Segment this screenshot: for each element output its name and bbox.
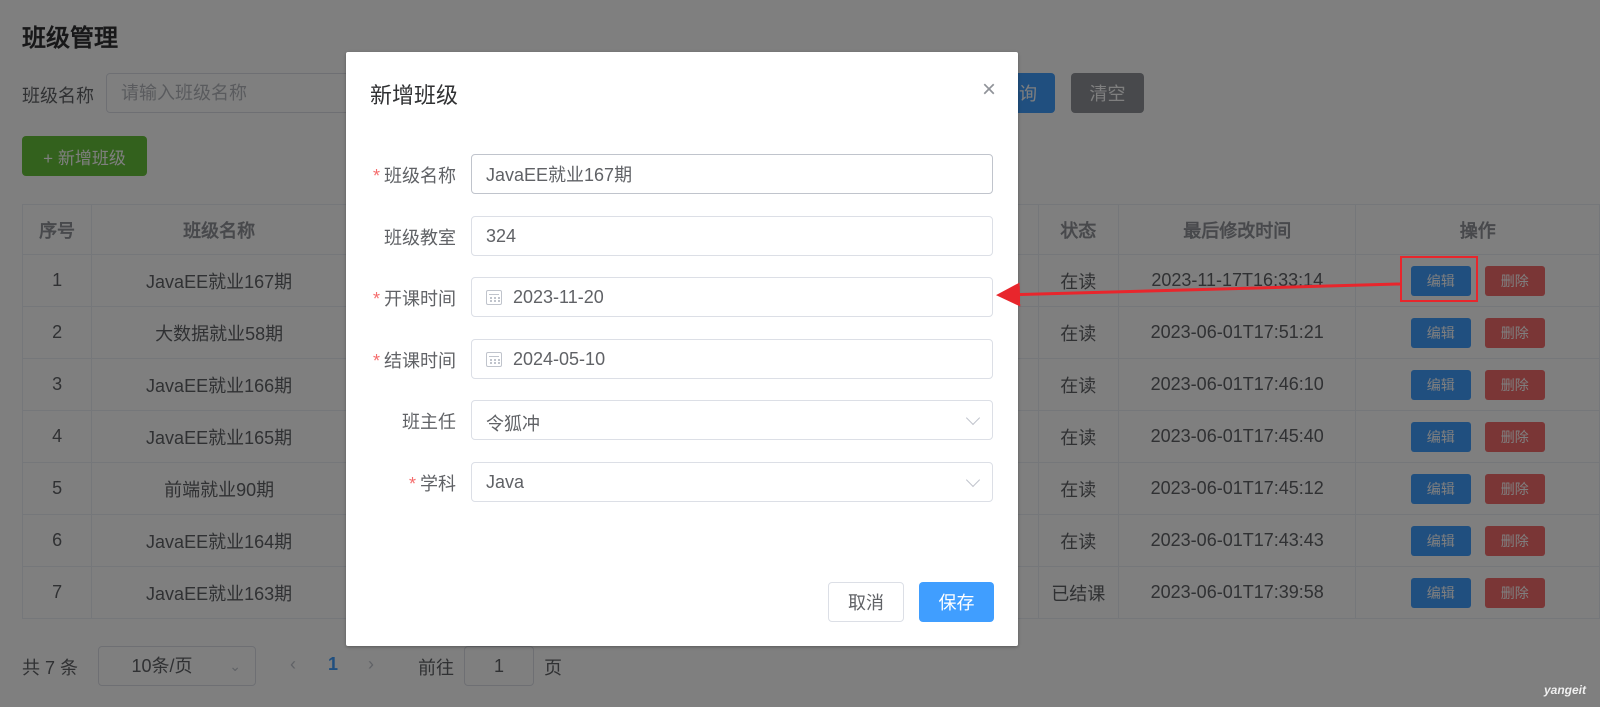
chevron-down-icon — [965, 472, 981, 488]
calendar-icon — [486, 290, 502, 305]
form-row-end-date: * 结课时间 2024-05-10 — [346, 339, 1018, 379]
end-date-picker[interactable]: 2024-05-10 — [471, 339, 993, 379]
form-row-classroom: 班级教室 — [346, 216, 1018, 256]
classroom-label: 班级教室 — [384, 228, 456, 248]
start-date-picker[interactable]: 2023-11-20 — [471, 277, 993, 317]
dialog-title: 新增班级 — [370, 83, 459, 108]
class-name-label: * 班级名称 — [372, 166, 456, 186]
end-date-value: 2024-05-10 — [513, 349, 606, 369]
end-date-label: * 结课时间 — [372, 351, 456, 371]
head-teacher-label: 班主任 — [402, 412, 456, 432]
start-date-label: * 开课时间 — [372, 289, 456, 309]
form-row-start-date: * 开课时间 2023-11-20 — [346, 277, 1018, 317]
chevron-down-icon — [965, 410, 981, 426]
classroom-field[interactable] — [471, 216, 993, 256]
subject-value: Java — [486, 472, 525, 492]
annotation-highlight-box — [1400, 256, 1478, 302]
save-button[interactable]: 保存 — [919, 582, 994, 622]
form-row-class-name: * 班级名称 — [346, 154, 1018, 194]
subject-label: * 学科 — [408, 474, 456, 494]
head-teacher-value: 令狐冲 — [486, 414, 540, 434]
class-name-field[interactable] — [471, 154, 993, 194]
head-teacher-select[interactable]: 令狐冲 — [471, 400, 993, 440]
add-class-dialog: 新增班级 × *班级名称 班级教室 *开课时间 2023-11-20 *结课时间… — [346, 52, 1018, 646]
subject-select[interactable]: Java — [471, 462, 993, 502]
form-row-head-teacher: 班主任 令狐冲 — [346, 400, 1018, 440]
watermark: yangeit — [1543, 683, 1586, 697]
cancel-button[interactable]: 取消 — [828, 582, 904, 622]
close-icon[interactable]: × — [982, 78, 996, 102]
form-row-subject: * 学科 Java — [346, 462, 1018, 502]
calendar-icon — [486, 352, 502, 367]
start-date-value: 2023-11-20 — [513, 287, 604, 307]
